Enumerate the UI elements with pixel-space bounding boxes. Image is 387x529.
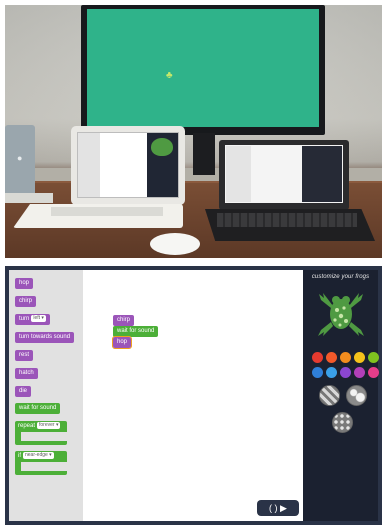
block-label: chirp xyxy=(19,298,33,304)
palette-block-hatch[interactable]: hatch xyxy=(15,368,38,379)
if-condition-dropdown[interactable]: near-edge ▾ xyxy=(23,452,54,459)
pattern-spotted[interactable] xyxy=(346,385,367,406)
color-swatch-pink[interactable] xyxy=(368,367,379,378)
classroom-photo: ● ♣ xyxy=(5,5,382,258)
block-label: if xyxy=(18,453,21,459)
block-label: turn xyxy=(19,316,30,322)
color-swatch-magenta[interactable] xyxy=(354,367,365,378)
palette-block-rest[interactable]: rest xyxy=(15,350,34,361)
color-swatch-orange-red[interactable] xyxy=(326,352,337,363)
frog-icon: ♣ xyxy=(166,70,173,81)
sidebar-title: customize your frogs xyxy=(311,274,370,280)
block-label: rest xyxy=(19,352,30,358)
block-label: repeat xyxy=(18,423,36,429)
color-swatch-light-blue[interactable] xyxy=(326,367,337,378)
color-swatch-yellow[interactable] xyxy=(354,352,365,363)
palette-block-hop[interactable]: hop xyxy=(15,278,34,289)
block-label: hop xyxy=(19,280,30,286)
monitor-screen xyxy=(87,9,319,127)
repeat-count-dropdown[interactable]: forever ▾ xyxy=(37,422,61,429)
block-label: die xyxy=(19,388,28,394)
white-laptop-palette xyxy=(78,133,100,197)
pattern-dotted[interactable] xyxy=(332,412,353,433)
color-swatch-red[interactable] xyxy=(312,352,323,363)
black-laptop-sidebar xyxy=(302,146,342,202)
palette-block-turn-towards-sound[interactable]: turn towards sound xyxy=(15,332,75,343)
palette-block-if[interactable]: if near-edge ▾ xyxy=(15,451,67,475)
black-laptop-keyboard xyxy=(217,213,357,227)
if-head: if near-edge ▾ xyxy=(15,451,54,462)
left-device-base xyxy=(5,193,53,203)
turn-direction-dropdown[interactable]: left ▾ xyxy=(31,315,46,322)
white-laptop-keyboard xyxy=(51,207,163,216)
repeat-head: repeat forever ▾ xyxy=(15,421,61,432)
color-swatch-purple[interactable] xyxy=(340,367,351,378)
block-label: hatch xyxy=(19,370,34,376)
mouse xyxy=(150,233,200,255)
block-label: turn towards sound xyxy=(19,334,71,340)
black-laptop-palette xyxy=(226,146,251,202)
color-swatch-green[interactable] xyxy=(368,352,379,363)
pattern-striped[interactable] xyxy=(319,385,340,406)
palette-block-chirp[interactable]: chirp xyxy=(15,296,37,307)
run-button[interactable]: ( ) ▶ xyxy=(257,500,299,516)
palette-block-repeat[interactable]: repeat forever ▾ xyxy=(15,421,67,445)
workspace-block-chirp[interactable]: chirp xyxy=(113,315,135,326)
color-swatch-orange[interactable] xyxy=(340,352,351,363)
frog-programming-app: hop chirp turn left ▾ turn towards sound … xyxy=(5,266,382,525)
repeat-slot xyxy=(21,432,67,441)
color-swatch-blue[interactable] xyxy=(312,367,323,378)
block-label: wait for sound xyxy=(19,405,57,411)
block-label: hop xyxy=(117,339,128,345)
block-label: chirp xyxy=(117,317,131,323)
workspace-block-wait-for-sound[interactable]: wait for sound xyxy=(113,326,159,337)
palette-block-turn[interactable]: turn left ▾ xyxy=(15,314,50,325)
external-monitor xyxy=(81,5,325,135)
workspace-block-hop[interactable]: hop xyxy=(111,336,133,349)
palette-block-wait-for-sound[interactable]: wait for sound xyxy=(15,403,61,414)
if-slot xyxy=(21,462,67,471)
apple-logo-icon: ● xyxy=(17,153,23,163)
code-workspace[interactable] xyxy=(83,270,303,521)
frog-icon xyxy=(318,293,364,336)
palette-block-die[interactable]: die xyxy=(15,386,32,397)
frog-icon xyxy=(151,138,173,156)
monitor-stand xyxy=(193,133,215,175)
play-icon: ( ) ▶ xyxy=(269,503,287,513)
block-label: wait for sound xyxy=(117,328,155,334)
